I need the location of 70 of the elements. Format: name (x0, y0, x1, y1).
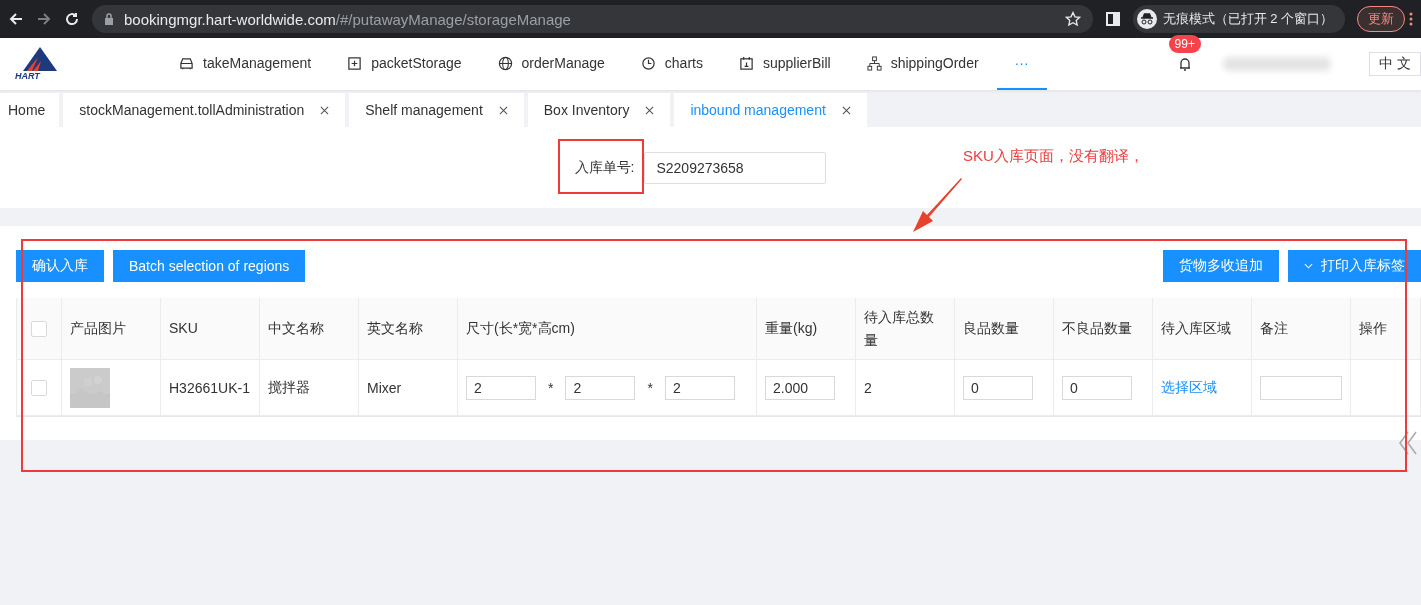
car-icon (179, 55, 195, 71)
weight-field[interactable]: 2.000 (765, 375, 835, 400)
url-text: bookingmgr.hart-worldwide.com/#/putawayManage/storageManage (124, 10, 571, 28)
calendar-icon (738, 55, 754, 71)
logo-text: HART (15, 71, 40, 81)
bookmark-star-icon[interactable] (1064, 11, 1081, 27)
table-cell: 搅拌器 (268, 378, 310, 397)
incognito-icon (1136, 9, 1157, 29)
dimension-field[interactable]: 2 (565, 375, 636, 400)
nav-item[interactable]: orderManage (479, 38, 623, 90)
column-header: 良品数量 (963, 319, 1019, 339)
box-icon (347, 55, 363, 71)
back-icon[interactable] (8, 11, 24, 27)
page-tab[interactable]: Box Inventory (527, 93, 671, 127)
column-header: 操作 (1359, 319, 1387, 339)
incognito-label: 无痕模式（已打开 2 个窗口） (1162, 10, 1333, 28)
column-header: 产品图片 (70, 319, 126, 339)
column-header: 重量(kg) (765, 319, 818, 339)
address-bar[interactable]: bookingmgr.hart-worldwide.com/#/putawayManage/storageManage (92, 5, 1093, 33)
update-button[interactable]: 更新 (1357, 6, 1405, 32)
field-label: 入库单号: (574, 158, 635, 177)
close-icon[interactable] (645, 105, 655, 115)
table-cell: Mixer (367, 379, 402, 396)
column-header: 备注 (1260, 319, 1288, 339)
page-tab[interactable]: Shelf management (349, 93, 524, 127)
annotation-arrow (911, 177, 963, 233)
more-icon[interactable] (1409, 11, 1413, 27)
quantity-field[interactable]: 0 (1062, 375, 1132, 400)
annotation-text: SKU入库页面，没有翻译， (963, 147, 1144, 166)
nav-item[interactable]: packetStorage (329, 38, 480, 90)
nav-item[interactable]: charts (622, 38, 721, 90)
dimension-field[interactable]: 2 (466, 375, 536, 400)
multiply-sign: * (646, 379, 654, 396)
dimension-field[interactable]: 2 (664, 375, 735, 400)
reload-icon[interactable] (64, 11, 80, 27)
column-header: 英文名称 (367, 319, 423, 339)
globe-icon (497, 55, 513, 71)
table-cell: 2 (864, 379, 872, 396)
quantity-field[interactable]: 0 (963, 375, 1033, 400)
order-number-field[interactable]: S2209273658 (644, 151, 827, 184)
forward-icon[interactable] (36, 11, 52, 27)
checkbox[interactable] (31, 320, 47, 337)
checkbox[interactable] (31, 379, 47, 396)
close-icon[interactable] (320, 105, 330, 115)
column-header: SKU (169, 319, 198, 339)
incognito-indicator[interactable]: 无痕模式（已打开 2 个窗口） (1132, 5, 1345, 33)
clock-icon (640, 55, 656, 71)
multiply-sign: * (547, 379, 555, 396)
notification-badge: 99+ (1168, 35, 1201, 53)
column-header: 中文名称 (268, 319, 324, 339)
lock-icon (104, 13, 114, 25)
sidebar-icon[interactable] (1104, 11, 1121, 27)
close-icon[interactable] (841, 105, 851, 115)
close-icon[interactable] (498, 105, 508, 115)
caret-icon (1304, 263, 1313, 269)
nav-item[interactable]: supplierBill (720, 38, 849, 90)
column-header: 待入库总数量 (864, 308, 935, 350)
column-header: 尺寸(长*宽*高cm) (466, 319, 575, 339)
hierarchy-icon (866, 55, 882, 71)
collapse-icon[interactable] (1398, 431, 1418, 455)
column-header: 待入库区域 (1161, 319, 1231, 339)
language-button[interactable]: 中 文 (1369, 52, 1421, 76)
nav-item[interactable]: shippingOrder (848, 38, 997, 90)
note-field[interactable] (1260, 375, 1342, 400)
column-header: 不良品数量 (1062, 319, 1132, 339)
page-tab[interactable]: stockManagement.tollAdministration (63, 93, 346, 127)
page-tab[interactable]: Home (0, 93, 60, 127)
nav-item[interactable]: takeManagement (161, 38, 330, 90)
logo-icon (23, 47, 57, 71)
table-cell: H32661UK-1 (169, 379, 250, 396)
